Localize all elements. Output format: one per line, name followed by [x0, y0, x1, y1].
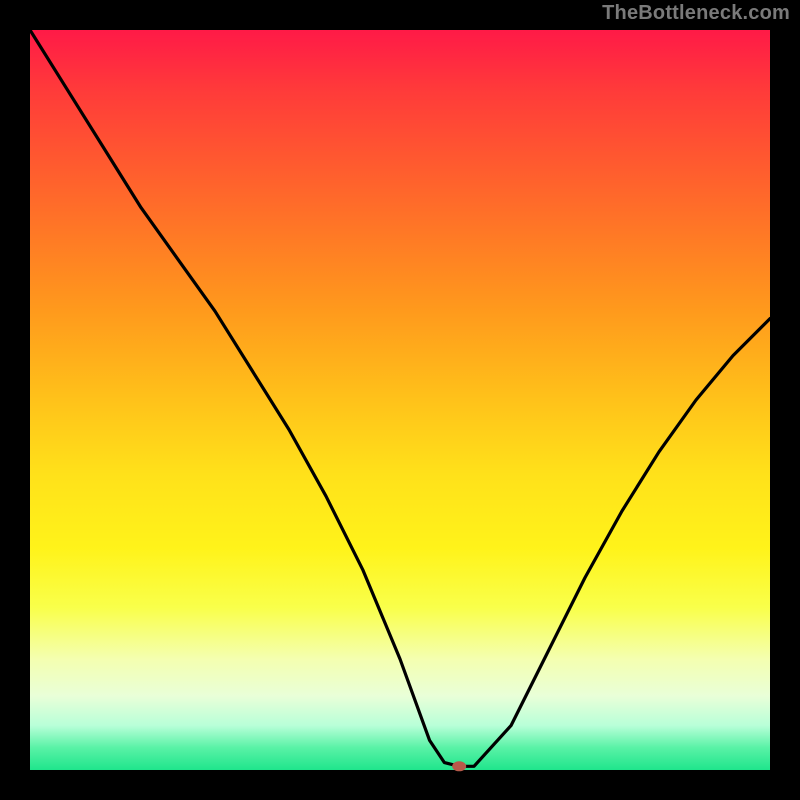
plot-area	[30, 30, 770, 770]
bottleneck-curve-path	[30, 30, 770, 766]
optimum-dot	[452, 761, 466, 771]
curve-svg	[30, 30, 770, 770]
watermark-text: TheBottleneck.com	[602, 2, 790, 25]
chart-frame: TheBottleneck.com	[0, 0, 800, 800]
